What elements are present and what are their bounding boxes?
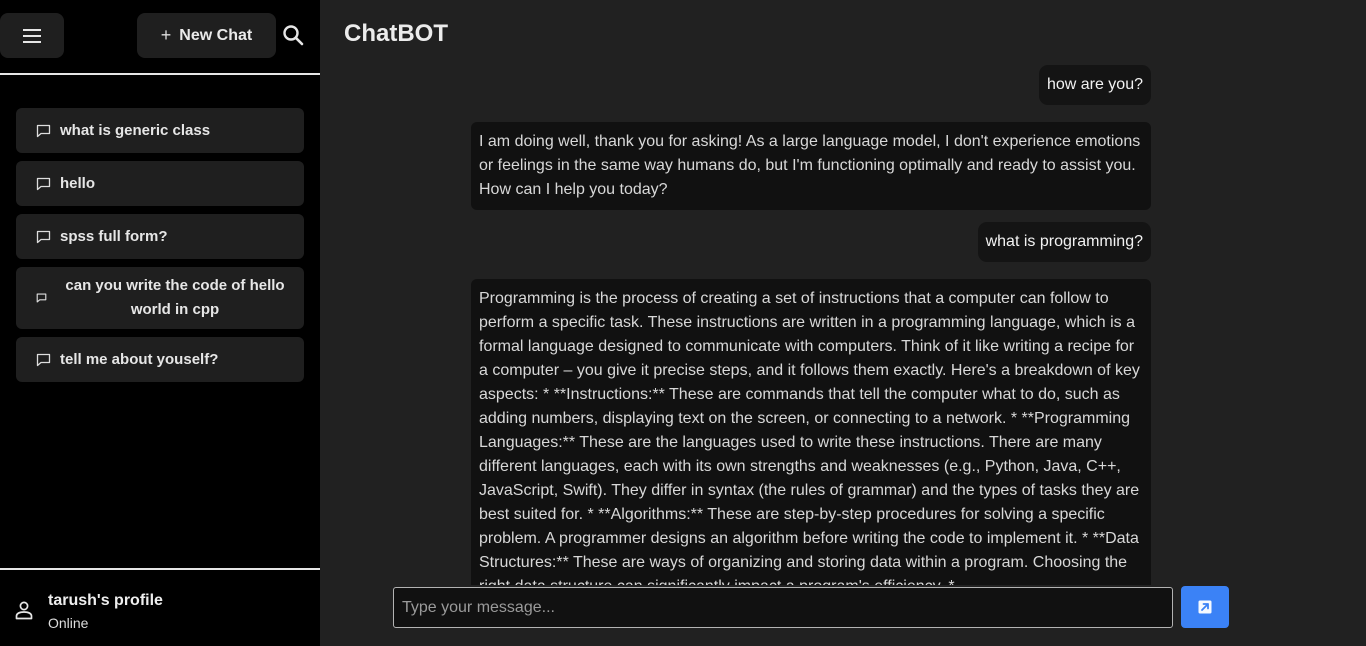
new-chat-label: New Chat bbox=[179, 26, 253, 44]
user-message-bubble: what is programming? bbox=[977, 222, 1151, 262]
chat-bubble-icon bbox=[36, 352, 52, 368]
new-chat-button[interactable]: + New Chat bbox=[137, 13, 276, 58]
history-item[interactable]: tell me about youself? bbox=[16, 337, 304, 382]
search-button[interactable] bbox=[282, 24, 306, 48]
user-message: how are you? bbox=[471, 65, 1151, 105]
user-message: what is programming? bbox=[471, 222, 1151, 262]
chat-bubble-icon bbox=[36, 290, 52, 306]
chat-main: ChatBOT how are you? I am doing well, th… bbox=[320, 0, 1366, 646]
search-icon bbox=[283, 25, 304, 46]
bot-message: Programming is the process of creating a… bbox=[471, 279, 1151, 585]
user-icon bbox=[15, 601, 33, 620]
profile-section[interactable]: tarush's profile Online bbox=[0, 568, 320, 646]
bot-message-bubble: Programming is the process of creating a… bbox=[471, 279, 1151, 585]
history-item[interactable]: hello bbox=[16, 161, 304, 206]
message-list[interactable]: how are you? I am doing well, thank you … bbox=[471, 65, 1151, 585]
history-item[interactable]: what is generic class bbox=[16, 108, 304, 153]
hamburger-menu-icon bbox=[23, 28, 41, 43]
history-item[interactable]: spss full form? bbox=[16, 214, 304, 259]
history-item-label: what is generic class bbox=[60, 122, 211, 139]
plus-icon: + bbox=[160, 25, 172, 45]
chat-bubble-icon bbox=[36, 123, 52, 139]
sidebar: + New Chat what is generic class hello s… bbox=[0, 0, 320, 646]
message-input[interactable] bbox=[393, 587, 1173, 628]
sidebar-header: + New Chat bbox=[0, 0, 320, 75]
history-item-label: can you write the code of hello world in… bbox=[65, 277, 285, 318]
bot-message-bubble: I am doing well, thank you for asking! A… bbox=[471, 122, 1151, 210]
history-item-label: tell me about youself? bbox=[60, 351, 219, 368]
send-button[interactable] bbox=[1181, 586, 1229, 628]
page-title: ChatBOT bbox=[344, 20, 448, 47]
history-item-label: spss full form? bbox=[60, 228, 168, 245]
chat-bubble-icon bbox=[36, 176, 52, 192]
message-input-wrapper bbox=[393, 587, 1173, 628]
user-message-bubble: how are you? bbox=[1038, 65, 1151, 105]
bot-message: I am doing well, thank you for asking! A… bbox=[471, 122, 1151, 210]
send-arrow-icon bbox=[1198, 600, 1212, 614]
menu-button[interactable] bbox=[0, 13, 64, 58]
history-item[interactable]: can you write the code of hello world in… bbox=[16, 267, 304, 329]
profile-status: Online bbox=[48, 615, 89, 631]
chat-history-list: what is generic class hello spss full fo… bbox=[16, 108, 304, 390]
chat-bubble-icon bbox=[36, 229, 52, 245]
profile-name: tarush's profile bbox=[48, 592, 163, 609]
history-item-label: hello bbox=[60, 175, 96, 192]
